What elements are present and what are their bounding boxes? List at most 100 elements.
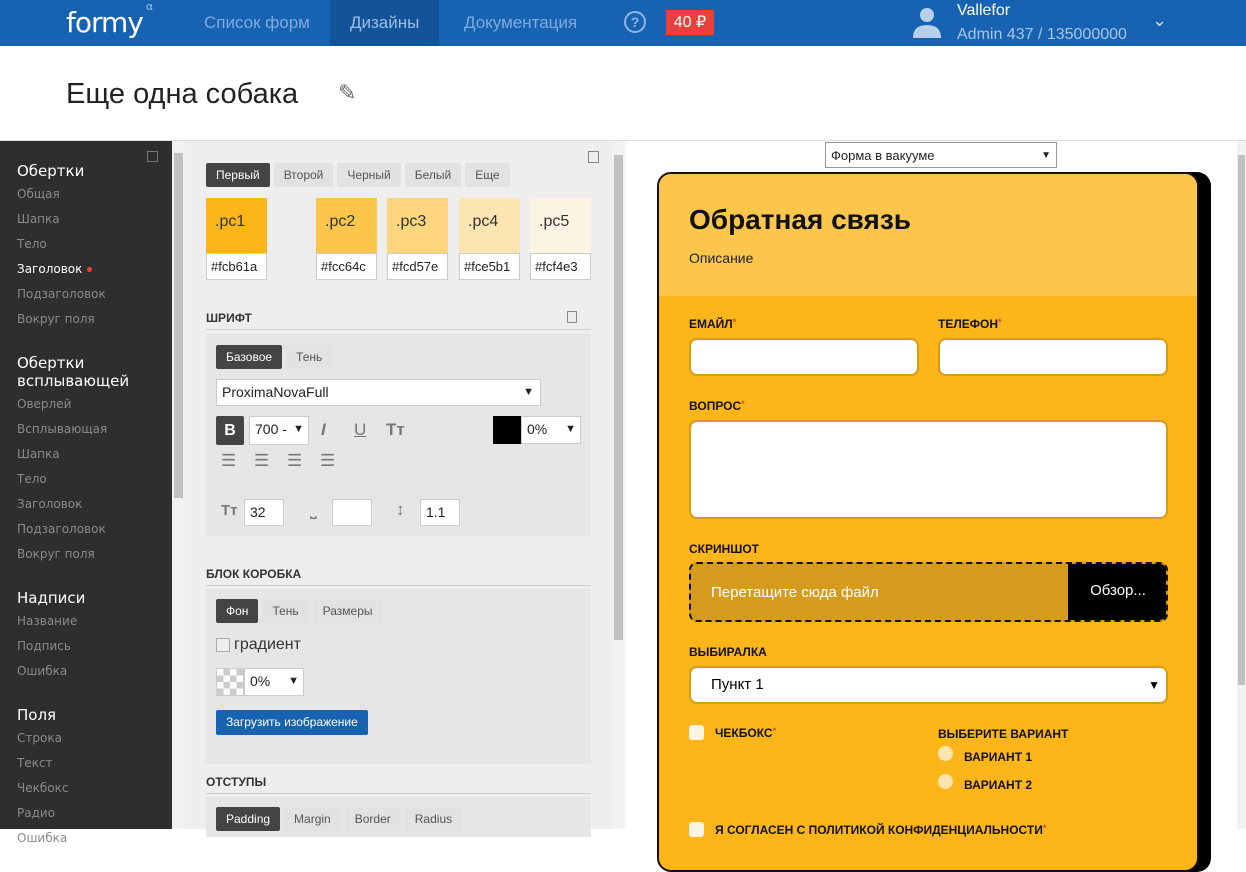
form-preview: Форма в вакууме ▼ Обратная связь Описание… [626,141,1246,872]
balance-badge[interactable]: 40 ₽ [666,10,714,35]
align-justify-icon[interactable]: ☰ [254,451,269,471]
sidebar-item[interactable]: Ошибка [0,826,172,851]
tab-shadow[interactable]: Тень [286,345,333,369]
bg-color-swatch[interactable] [216,668,244,696]
align-right-icon[interactable]: ☰ [320,451,335,471]
font-color-swatch[interactable] [493,416,521,444]
sidebar-item[interactable]: Заголовок [0,492,172,517]
sidebar-item[interactable]: Тело [0,232,172,257]
sidebar-item[interactable]: Текст [0,751,172,776]
sidebar-item[interactable]: Радио [0,801,172,826]
gradient-checkbox[interactable] [216,638,230,652]
tab-border[interactable]: Border [344,807,401,831]
underline-icon[interactable]: U [354,420,366,440]
italic-icon[interactable]: I [321,420,326,440]
color-swatch-2[interactable]: .pc2 #fcc64c [316,198,377,281]
tab-first[interactable]: Первый [206,163,270,187]
user-avatar-icon[interactable] [913,6,941,38]
letter-spacing-input[interactable] [332,499,372,526]
edit-pencil-icon[interactable]: ✎ [338,80,356,106]
tab-padding[interactable]: Padding [216,807,281,831]
sidebar-item[interactable]: Общая [0,182,172,207]
chevron-down-icon[interactable]: ⌄ [1152,10,1167,31]
help-icon[interactable]: ? [624,11,646,33]
browse-button[interactable]: Обзор... [1068,564,1166,620]
question-textarea[interactable] [689,420,1168,519]
swatch-hex-input[interactable]: #fcb61a [206,253,267,280]
swatch-hex-input[interactable]: #fcc64c [316,253,377,280]
file-dropzone[interactable]: Перетащите сюда файл Обзор... [689,562,1168,622]
nav-forms[interactable]: Список форм [184,0,330,46]
sidebar-item[interactable]: Подпись [0,634,172,659]
copy-icon[interactable] [588,151,599,163]
sidebar-item[interactable]: Название [0,609,172,634]
color-swatch-3[interactable]: .pc3 #fcd57e [387,198,448,281]
sidebar-item[interactable]: Тело [0,467,172,492]
color-opacity-select[interactable]: 0% ▼ [521,416,581,444]
radio-option-2[interactable] [938,774,953,789]
sidebar-item[interactable]: Подзаголовок [0,282,172,307]
sidebar-item[interactable]: Чекбокс [0,776,172,801]
agree-checkbox[interactable] [689,822,704,837]
align-center-icon[interactable]: ☰ [287,451,302,471]
sidebar-item[interactable]: Ошибка [0,659,172,684]
sidebar-item[interactable]: Строка [0,726,172,751]
text-case-icon[interactable]: Tт [386,420,405,440]
preview-scrollbar[interactable] [1237,141,1246,829]
copy-icon[interactable] [147,151,158,162]
settings-scrollbar[interactable] [612,141,625,829]
swatch-hex-input[interactable]: #fcf4e3 [530,253,591,280]
swatch-hex-input[interactable]: #fce5b1 [459,253,520,280]
checkbox[interactable] [689,725,704,740]
sidebar-item[interactable]: Шапка [0,442,172,467]
line-height-input[interactable]: 1.1 [420,499,460,526]
tab-margin[interactable]: Margin [284,807,341,831]
font-size-input[interactable]: 32 [244,499,284,526]
phone-input[interactable] [938,338,1168,376]
tab-black[interactable]: Черный [337,163,401,187]
preview-mode-select[interactable]: Форма в вакууме ▼ [825,142,1057,168]
sidebar-item-label: Чекбокс [17,781,69,795]
sidebar-scrollbar[interactable] [172,141,185,829]
color-swatch-5[interactable]: .pc5 #fcf4e3 [530,198,591,281]
tab-bg[interactable]: Фон [216,599,259,623]
sidebar-group-title: Обертки всплывающей [17,354,130,390]
color-swatch-1[interactable]: .pc1 #fcb61a [206,198,267,281]
sidebar-item-label: Название [17,614,78,628]
sidebar-item[interactable]: Шапка [0,207,172,232]
align-left-icon[interactable]: ☰ [221,451,236,471]
font-weight-select[interactable]: 700 - ▼ [249,416,309,445]
sidebar-item-label: Строка [17,731,62,745]
copy-icon[interactable] [567,311,577,323]
font-family-select[interactable]: ProximaNovaFull ▼ [216,379,541,406]
sidebar-item[interactable]: Подзаголовок [0,517,172,542]
tab-white[interactable]: Белый [404,163,462,187]
sidebar-item[interactable]: Всплывающая [0,417,172,442]
bg-opacity-select[interactable]: 0% ▼ [244,668,304,696]
tab-base[interactable]: Базовое [216,345,283,369]
tab-second[interactable]: Второй [273,163,334,187]
upload-image-button[interactable]: Загрузить изображение [216,710,368,735]
tab-box-shadow[interactable]: Тень [262,599,309,623]
nav-docs[interactable]: Документация [444,0,597,46]
tab-more[interactable]: Еще [465,163,510,187]
logo[interactable]: formy α [66,0,153,39]
select-dropdown[interactable]: Пункт 1 ▼ [689,666,1168,704]
radio-option-1[interactable] [938,746,953,761]
sidebar-item[interactable]: Оверлей [0,392,172,417]
bold-button[interactable]: B [216,416,244,445]
tab-sizes[interactable]: Размеры [312,599,383,623]
font-section-title: ШРИФТ [206,311,591,330]
user-role: Admin 437 / 135000000 [957,26,1127,43]
email-input[interactable] [689,338,919,376]
nav-designs[interactable]: Дизайны [330,0,440,46]
tab-radius[interactable]: Radius [404,807,463,831]
color-swatch-4[interactable]: .pc4 #fce5b1 [459,198,520,281]
sidebar-group-title: Поля [17,706,57,724]
sidebar-item-label: Подзаголовок [17,522,106,536]
form-card: Обратная связь Описание ЕМАЙЛ* ТЕЛЕФОН* … [657,172,1199,872]
sidebar-item[interactable]: Вокруг поля [0,542,172,567]
sidebar-item[interactable]: Заголовок [0,257,172,282]
swatch-hex-input[interactable]: #fcd57e [387,253,448,280]
sidebar-item[interactable]: Вокруг поля [0,307,172,332]
